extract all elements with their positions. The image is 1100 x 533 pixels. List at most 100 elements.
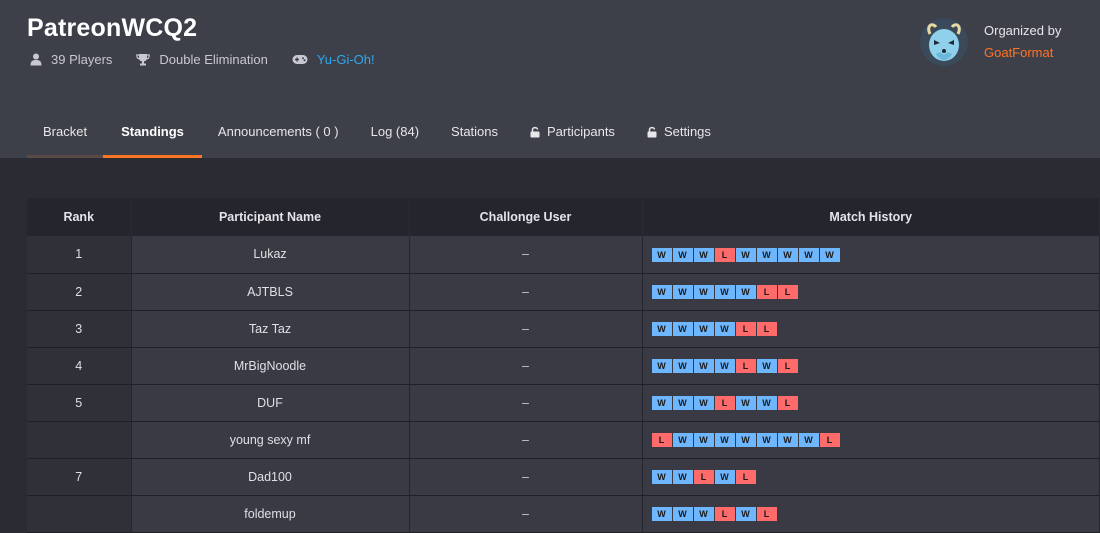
match-win-badge[interactable]: W [714, 432, 735, 447]
match-win-badge[interactable]: W [693, 284, 714, 299]
table-row: 4 MrBigNoodle – W W W W L W L [27, 347, 1100, 385]
match-loss-badge[interactable]: L [735, 469, 756, 484]
tab-standings[interactable]: Standings [103, 105, 202, 158]
match-loss-badge[interactable]: L [756, 506, 777, 521]
match-history-cell: WWLWL [642, 458, 1100, 496]
tab-label: Settings [663, 124, 711, 139]
match-loss-badge[interactable]: L [651, 432, 672, 447]
match-win-badge[interactable]: W [756, 395, 777, 410]
match-win-badge[interactable]: W [651, 321, 672, 336]
match-win-badge[interactable]: W [819, 247, 840, 262]
match-loss-badge[interactable]: L [693, 469, 714, 484]
match-loss-badge[interactable]: L [714, 395, 735, 410]
match-history-cell: WWWLWWWWW [642, 236, 1100, 274]
tab-stations[interactable]: Stations [435, 105, 514, 158]
players-count: 39 Players [30, 52, 112, 67]
match-loss-badge[interactable]: L [756, 321, 777, 336]
participant-name-cell[interactable]: Dad100 [131, 458, 410, 496]
participant-name-cell[interactable]: young sexy mf [131, 421, 410, 459]
participant-name-cell[interactable]: foldemup [131, 495, 410, 533]
match-win-badge[interactable]: W [693, 395, 714, 410]
participant-name-cell[interactable]: Lukaz [131, 236, 410, 274]
match-history-cell: WWWLWL [642, 495, 1100, 533]
match-loss-badge[interactable]: L [735, 358, 756, 373]
match-win-badge[interactable]: W [651, 284, 672, 299]
rank-header[interactable]: Rank [27, 198, 132, 236]
match-win-badge[interactable]: W [651, 358, 672, 373]
table-header-row: Rank Participant Name Challonge User Mat… [27, 198, 1100, 236]
match-win-badge[interactable]: W [651, 469, 672, 484]
match-win-badge[interactable]: W [777, 247, 798, 262]
game-link[interactable]: Yu-Gi-Oh! [317, 52, 375, 67]
match-win-badge[interactable]: W [735, 432, 756, 447]
match-win-badge[interactable]: W [672, 358, 693, 373]
match-win-badge[interactable]: W [735, 284, 756, 299]
match-win-badge[interactable]: W [693, 321, 714, 336]
participant-name-cell[interactable]: Taz Taz [131, 310, 410, 348]
match-win-badge[interactable]: W [735, 247, 756, 262]
match-win-badge[interactable]: W [693, 506, 714, 521]
match-loss-badge[interactable]: L [777, 395, 798, 410]
tab-label: Standings [121, 124, 184, 139]
match-win-badge[interactable]: W [735, 506, 756, 521]
match-win-badge[interactable]: W [798, 247, 819, 262]
match-history-cell: WWWWLL [642, 310, 1100, 348]
challonge-user-cell: – [409, 347, 643, 385]
rank-cell: 1 [27, 236, 132, 274]
participant-name-cell[interactable]: AJTBLS [131, 273, 410, 311]
match-win-badge[interactable]: W [798, 432, 819, 447]
lock-icon [647, 126, 657, 138]
rank-cell: 7 [27, 458, 132, 496]
match-win-badge[interactable]: W [693, 247, 714, 262]
organizer-link[interactable]: GoatFormat [984, 45, 1061, 60]
match-loss-badge[interactable]: L [735, 321, 756, 336]
rank-cell [27, 495, 132, 533]
match-win-badge[interactable]: W [693, 358, 714, 373]
match-loss-badge[interactable]: L [714, 247, 735, 262]
match-history-badges: WWLWL [651, 469, 757, 484]
challonge-user-header[interactable]: Challonge User [409, 198, 643, 236]
match-win-badge[interactable]: W [756, 247, 777, 262]
match-win-badge[interactable]: W [777, 432, 798, 447]
tab-log[interactable]: Log (84) [355, 105, 435, 158]
match-win-badge[interactable]: W [672, 321, 693, 336]
match-win-badge[interactable]: W [693, 432, 714, 447]
match-loss-badge[interactable]: L [714, 506, 735, 521]
match-loss-badge[interactable]: L [756, 284, 777, 299]
tab-participants[interactable]: Participants [514, 105, 631, 158]
match-win-badge[interactable]: W [651, 247, 672, 262]
match-loss-badge[interactable]: L [819, 432, 840, 447]
participant-name-header[interactable]: Participant Name [131, 198, 410, 236]
tab-settings[interactable]: Settings [631, 105, 727, 158]
match-loss-badge[interactable]: L [777, 358, 798, 373]
match-win-badge[interactable]: W [756, 358, 777, 373]
tournament-game[interactable]: Yu-Gi-Oh! [292, 52, 375, 67]
match-win-badge[interactable]: W [714, 469, 735, 484]
match-win-badge[interactable]: W [651, 506, 672, 521]
tab-label: Bracket [43, 124, 88, 139]
tournament-format: Double Elimination [136, 52, 268, 67]
match-win-badge[interactable]: W [714, 358, 735, 373]
match-history-badges: WWWLWWWWW [651, 247, 841, 262]
match-win-badge[interactable]: W [651, 395, 672, 410]
lock-icon [530, 126, 540, 138]
match-win-badge[interactable]: W [714, 321, 735, 336]
user-icon [30, 53, 42, 66]
match-win-badge[interactable]: W [672, 432, 693, 447]
match-win-badge[interactable]: W [672, 284, 693, 299]
participant-name-cell[interactable]: MrBigNoodle [131, 347, 410, 385]
match-win-badge[interactable]: W [672, 247, 693, 262]
challonge-user-cell: – [409, 310, 643, 348]
match-win-badge[interactable]: W [672, 506, 693, 521]
match-win-badge[interactable]: W [672, 395, 693, 410]
match-win-badge[interactable]: W [756, 432, 777, 447]
match-win-badge[interactable]: W [735, 395, 756, 410]
table-row: 5 DUF – W W W L W W L [27, 384, 1100, 422]
match-win-badge[interactable]: W [672, 469, 693, 484]
match-win-badge[interactable]: W [714, 284, 735, 299]
match-loss-badge[interactable]: L [777, 284, 798, 299]
tab-announcements[interactable]: Announcements ( 0 ) [202, 105, 355, 158]
tab-bracket[interactable]: Bracket [27, 105, 104, 158]
participant-name-cell[interactable]: DUF [131, 384, 410, 422]
organizer-avatar[interactable] [920, 18, 968, 66]
